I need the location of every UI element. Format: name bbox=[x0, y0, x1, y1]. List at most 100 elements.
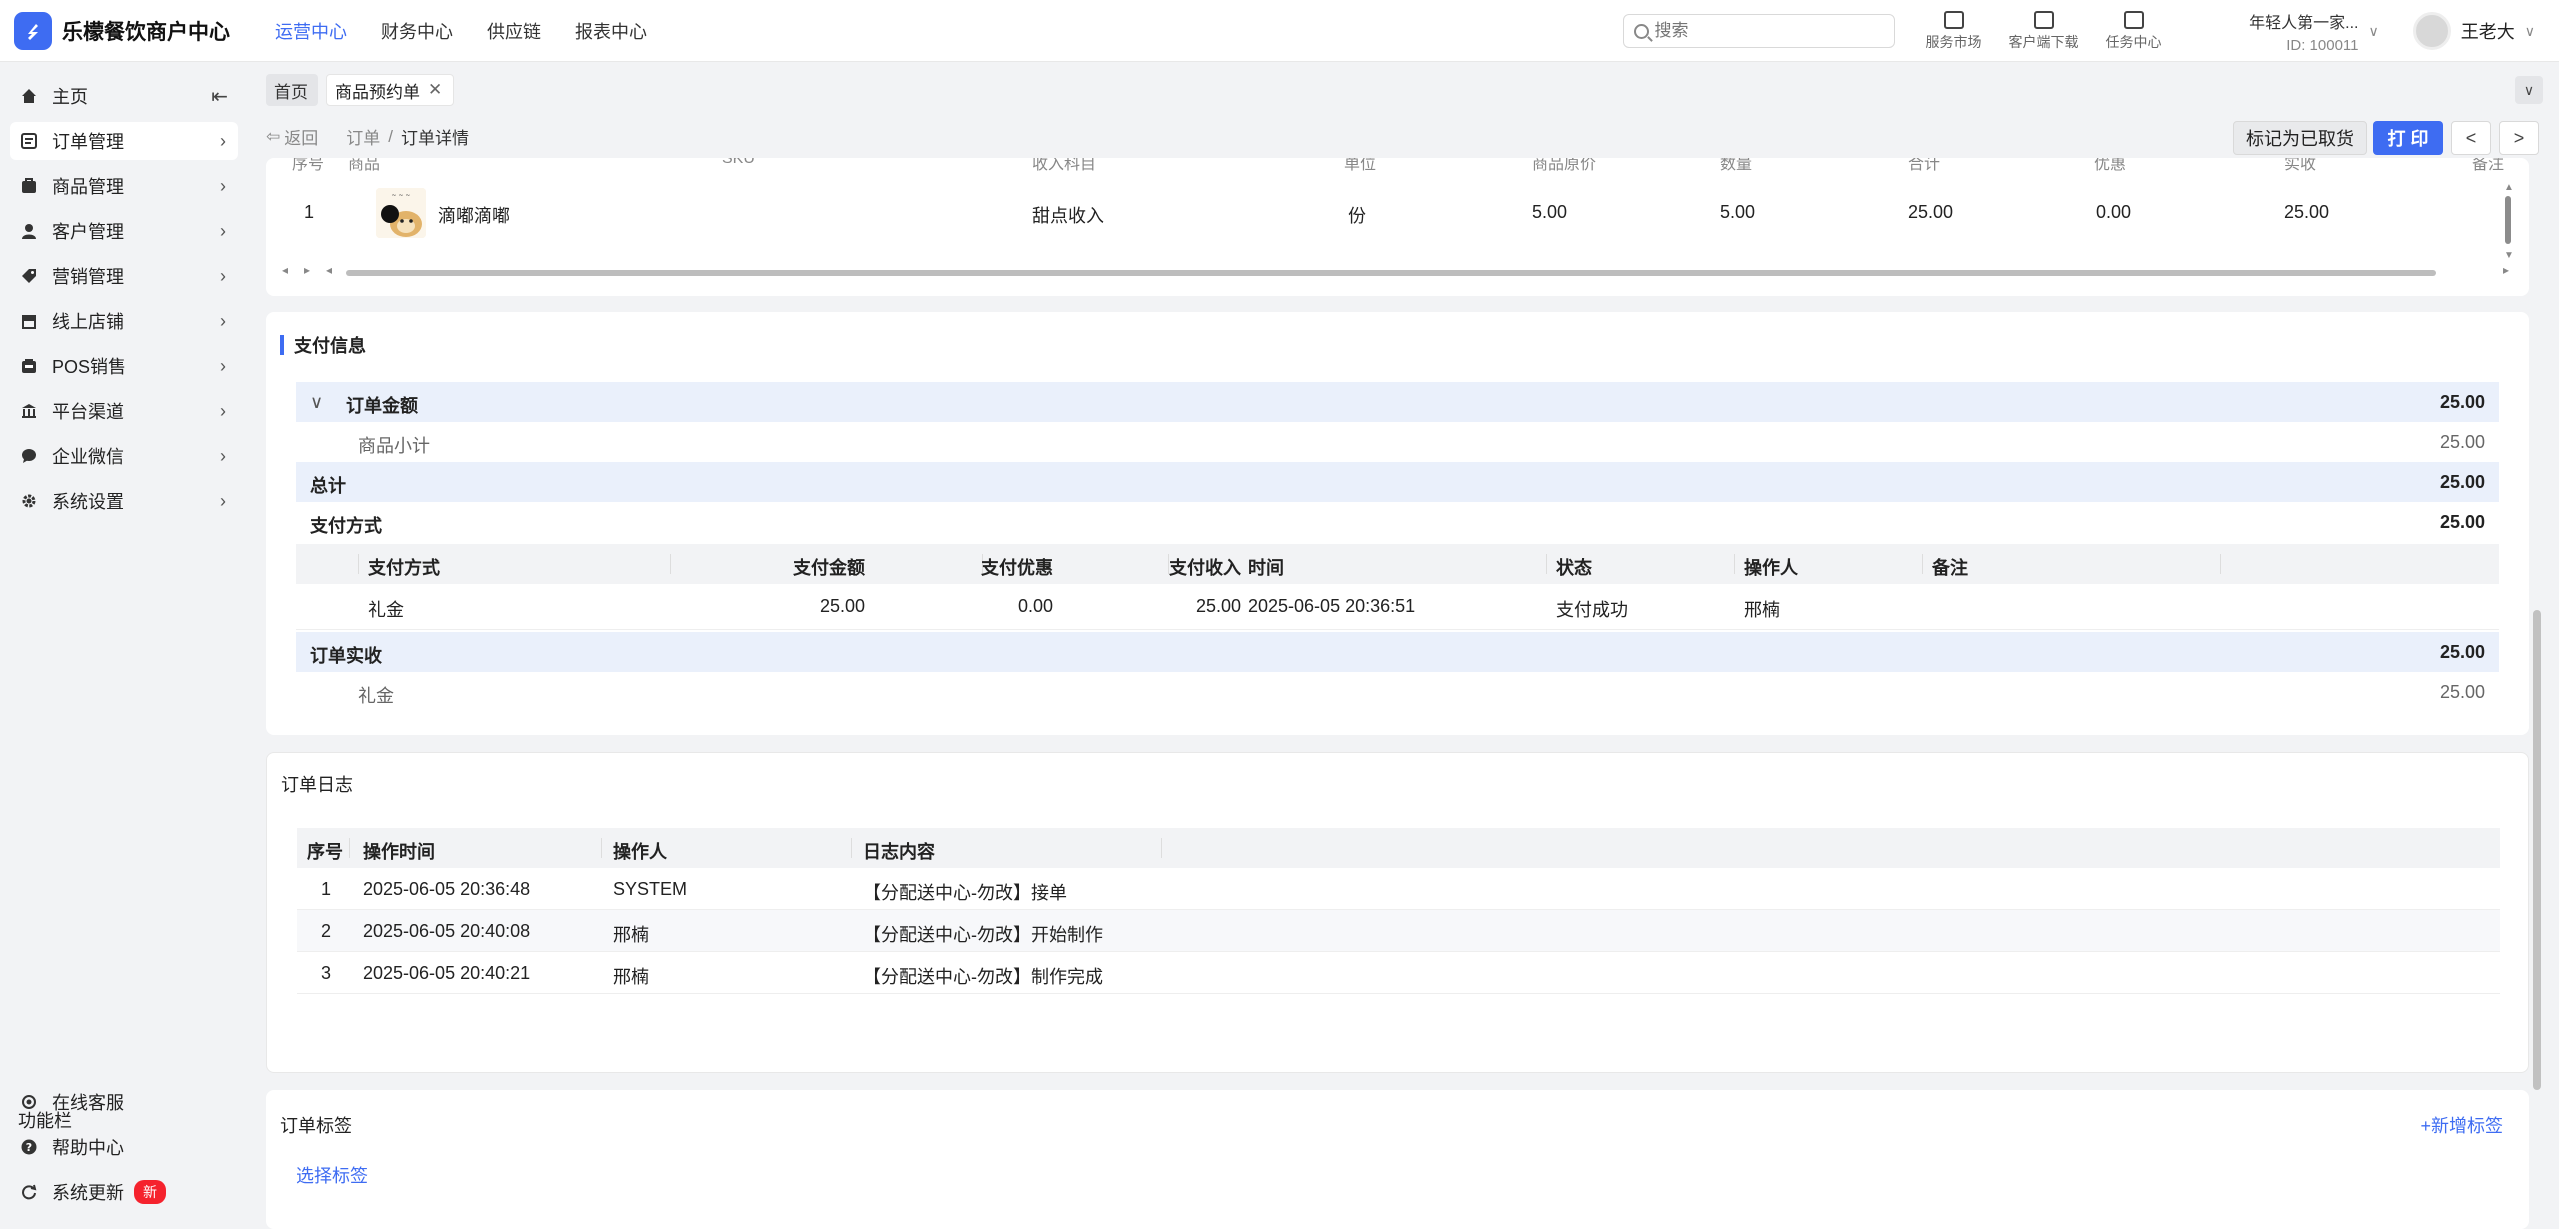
col-header: 实收 bbox=[2284, 158, 2317, 173]
scroll-left-icon[interactable]: ◂ bbox=[326, 263, 332, 277]
collapse-sidebar-icon[interactable]: ⇤ bbox=[211, 84, 228, 109]
scrollbar-thumb[interactable] bbox=[2505, 196, 2511, 244]
scroll-right-icon[interactable]: ▸ bbox=[304, 263, 310, 277]
folder-download-icon bbox=[2033, 10, 2054, 29]
close-icon[interactable]: ✕ bbox=[428, 80, 442, 100]
cell-time: 2025-06-05 20:36:48 bbox=[363, 879, 531, 899]
horizontal-scrollbar[interactable]: ◂ ▸ ◂ ▸ bbox=[266, 263, 2529, 280]
task-center-button[interactable]: 任务中心 bbox=[2089, 10, 2179, 52]
column-divider bbox=[601, 838, 602, 858]
subtotal-row: 商品小计 25.00 bbox=[296, 422, 2499, 462]
top-right: 服务市场 客户端下载 任务中心 年轻人第一家... ID: 100011 ∨ 王… bbox=[1622, 0, 2559, 62]
col-header: 支付优惠 bbox=[981, 558, 1053, 578]
column-divider bbox=[349, 838, 350, 858]
brand-title: 乐檬餐饮商户中心 bbox=[62, 20, 230, 44]
back-arrow-icon[interactable]: ⇦ bbox=[266, 127, 280, 147]
select-tag-link[interactable]: 选择标签 bbox=[296, 1162, 368, 1188]
chevron-right-icon: › bbox=[220, 220, 226, 241]
chevron-down-icon[interactable]: ∨ bbox=[2369, 23, 2379, 40]
search-box[interactable] bbox=[1622, 14, 1895, 48]
service-market-label: 服务市场 bbox=[1925, 33, 1982, 50]
top-nav: 运营中心 财务中心 供应链 报表中心 bbox=[275, 18, 647, 44]
cell-discount: 0.00 bbox=[1017, 596, 1053, 616]
sidebar-item-products[interactable]: 商品管理 › bbox=[10, 167, 238, 205]
tab-home[interactable]: 首页 bbox=[266, 74, 318, 106]
home-icon bbox=[20, 87, 38, 105]
payment-method-row: 支付方式 25.00 bbox=[296, 502, 2499, 542]
scroll-down-icon[interactable]: ▼ bbox=[2504, 250, 2514, 261]
next-order-button[interactable]: > bbox=[2499, 121, 2539, 155]
col-header: 数量 bbox=[1720, 158, 1753, 173]
cell-qty: 5.00 bbox=[1720, 202, 1756, 222]
print-button[interactable]: 打 印 bbox=[2373, 121, 2443, 155]
search-icon bbox=[1633, 23, 1649, 39]
back-link[interactable]: 返回 bbox=[284, 124, 318, 149]
sidebar-item-pos[interactable]: POS销售 › bbox=[10, 347, 238, 385]
chevron-right-icon: › bbox=[220, 445, 226, 466]
column-divider bbox=[1734, 554, 1735, 574]
sidebar-item-home[interactable]: 主页 ⇤ bbox=[10, 77, 238, 115]
sidebar-item-online-service[interactable]: 在线客服 bbox=[10, 1083, 238, 1121]
cell-operator: 邢楠 bbox=[1744, 600, 1780, 620]
sidebar-item-customers[interactable]: 客户管理 › bbox=[10, 212, 238, 250]
table-row[interactable]: 1 ~ ~ ~ 滴嘟滴嘟 甜点收入 份 5.00 5.00 25.00 0.00… bbox=[266, 188, 2529, 238]
prev-order-button[interactable]: < bbox=[2451, 121, 2491, 155]
sidebar-item-online-store[interactable]: 线上店铺 › bbox=[10, 302, 238, 340]
col-header: 商品原价 bbox=[1532, 158, 1597, 173]
org-switcher[interactable]: 年轻人第一家... ID: 100011 bbox=[2215, 9, 2359, 54]
actual-item-value: 25.00 bbox=[2439, 682, 2485, 702]
table-row[interactable]: 3 2025-06-05 20:40:21 邢楠 【分配送中心-勿改】制作完成 bbox=[297, 952, 2500, 994]
sidebar-item-marketing[interactable]: 营销管理 › bbox=[10, 257, 238, 295]
scroll-left-icon[interactable]: ◂ bbox=[282, 263, 288, 277]
cell-actual: 25.00 bbox=[2284, 202, 2330, 222]
sidebar-item-label: 平台渠道 bbox=[52, 402, 124, 422]
items-card: 序号 商品 SKU 收入科目 单位 商品原价 数量 合计 优惠 实收 备注 1 … bbox=[266, 158, 2529, 296]
tab-product-reservation[interactable]: 商品预约单 ✕ bbox=[326, 74, 454, 106]
sidebar-item-update[interactable]: 系统更新 新 bbox=[10, 1173, 238, 1211]
user-name: 王老大 bbox=[2460, 22, 2515, 42]
brand[interactable]: 乐檬餐饮商户中心 bbox=[0, 11, 260, 50]
chevron-right-icon: › bbox=[220, 175, 226, 196]
org-id: ID: 100011 bbox=[2286, 36, 2359, 54]
page-scrollbar-thumb[interactable] bbox=[2533, 610, 2541, 1090]
client-download-button[interactable]: 客户端下载 bbox=[1999, 10, 2089, 52]
cell-index: 2 bbox=[321, 921, 332, 941]
sidebar-item-label: 营销管理 bbox=[52, 267, 124, 287]
search-input[interactable] bbox=[1654, 21, 1875, 41]
top-nav-operations[interactable]: 运营中心 bbox=[275, 18, 347, 44]
cell-discount: 0.00 bbox=[2096, 202, 2132, 222]
sidebar-item-orders[interactable]: 订单管理 › bbox=[10, 122, 238, 160]
table-row[interactable]: 礼金 25.00 0.00 25.00 2025-06-05 20:36:51 … bbox=[296, 584, 2499, 630]
scroll-up-icon[interactable]: ▲ bbox=[2504, 182, 2514, 193]
scrollbar-thumb[interactable] bbox=[346, 270, 2436, 276]
table-row[interactable]: 2 2025-06-05 20:40:08 邢楠 【分配送中心-勿改】开始制作 bbox=[297, 910, 2500, 952]
mark-picked-up-button[interactable]: 标记为已取货 bbox=[2233, 121, 2367, 155]
vertical-scrollbar[interactable]: ▲ ▼ bbox=[2503, 182, 2514, 268]
tab-label: 商品预约单 bbox=[335, 82, 420, 102]
col-header: 支付方式 bbox=[368, 558, 440, 578]
items-table-header: 序号 商品 SKU 收入科目 单位 商品原价 数量 合计 优惠 实收 备注 bbox=[266, 158, 2529, 173]
chevron-down-icon[interactable]: ∨ bbox=[310, 392, 323, 413]
table-row[interactable]: 1 2025-06-05 20:36:48 SYSTEM 【分配送中心-勿改】接… bbox=[297, 868, 2500, 910]
actual-label: 订单实收 bbox=[310, 646, 382, 666]
add-tag-link[interactable]: +新增标签 bbox=[2420, 1112, 2503, 1138]
col-header: 操作人 bbox=[1744, 558, 1798, 578]
top-nav-reports[interactable]: 报表中心 bbox=[575, 18, 647, 44]
top-nav-supply-chain[interactable]: 供应链 bbox=[487, 18, 541, 44]
gear-icon bbox=[20, 492, 38, 510]
sidebar-item-wecom[interactable]: 企业微信 › bbox=[10, 437, 238, 475]
column-divider bbox=[358, 554, 359, 574]
service-market-button[interactable]: 服务市场 bbox=[1909, 10, 1999, 52]
sidebar-item-settings[interactable]: 系统设置 › bbox=[10, 482, 238, 520]
sidebar-item-channels[interactable]: 平台渠道 › bbox=[10, 392, 238, 430]
breadcrumb-order[interactable]: 订单 bbox=[346, 124, 380, 149]
top-nav-finance[interactable]: 财务中心 bbox=[381, 18, 453, 44]
user-menu[interactable]: 王老大 ∨ bbox=[2412, 12, 2535, 50]
tabs-more-chevron-down-icon[interactable]: ∨ bbox=[2515, 76, 2543, 104]
cell-operator: SYSTEM bbox=[613, 879, 688, 899]
sidebar-item-help[interactable]: ? 帮助中心 bbox=[10, 1128, 238, 1166]
cell-content: 【分配送中心-勿改】制作完成 bbox=[863, 967, 1103, 987]
column-divider bbox=[1546, 554, 1547, 574]
column-divider bbox=[851, 838, 852, 858]
order-amount-row[interactable]: ∨ 订单金额 25.00 bbox=[296, 382, 2499, 422]
